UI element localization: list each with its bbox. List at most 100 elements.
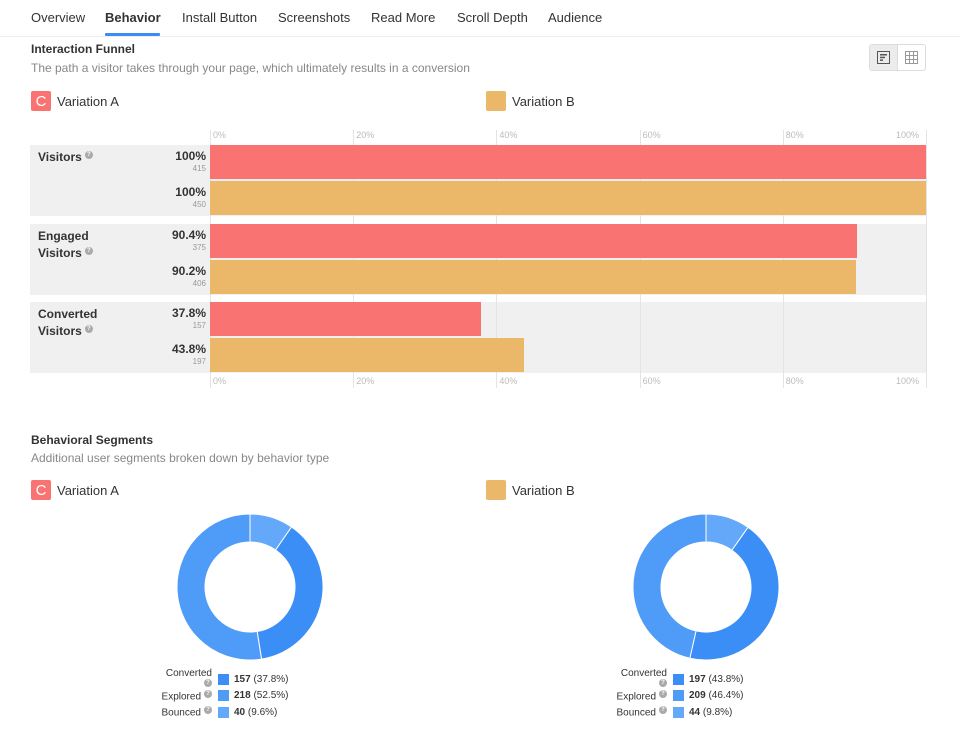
help-icon[interactable]: ? (84, 247, 93, 255)
count-label: 197 (192, 357, 206, 366)
donut-variation-b (632, 513, 780, 665)
tab-scroll-depth[interactable]: Scroll Depth (457, 10, 528, 25)
count-label: 450 (192, 200, 206, 209)
variation-b-swatch (486, 91, 506, 111)
table-view-button[interactable] (898, 45, 925, 70)
segment-row-explored: Explored? 218 (52.5%) (156, 688, 288, 705)
bar-variation-b-2[interactable] (210, 338, 524, 372)
legend-label: Variation B (512, 482, 575, 498)
segment-count: 218 (234, 690, 251, 702)
legend-label: Variation A (57, 482, 119, 498)
segment-percent: (43.8%) (708, 673, 744, 685)
segments-legend-b: Converted? 197 (43.8%) Explored? 209 (46… (611, 667, 744, 721)
category-label-converted: Converted Visitors? (38, 307, 98, 338)
segment-swatch (218, 690, 229, 702)
value-label: 37.8% (171, 306, 206, 320)
segment-percent: (9.6%) (247, 706, 278, 718)
bar-variation-a-0[interactable] (210, 145, 926, 179)
segment-row-bounced: Bounced? 44 (9.8%) (611, 704, 743, 721)
tab-screenshots[interactable]: Screenshots (278, 10, 350, 25)
help-icon[interactable]: ? (659, 689, 667, 698)
x-tick-label-bottom: 100% (896, 376, 920, 386)
segment-swatch (673, 706, 684, 718)
variation-b-swatch (486, 480, 506, 500)
help-icon[interactable]: ? (204, 706, 212, 715)
legend-label: Variation B (512, 93, 575, 109)
tab-behavior[interactable]: Behavior (105, 10, 161, 25)
donut-slice-converted[interactable] (256, 526, 324, 660)
segment-label: Converted? (620, 667, 667, 687)
segments-subtitle: Additional user segments broken down by … (31, 451, 330, 465)
count-label: 375 (192, 243, 206, 252)
segment-percent: (46.4%) (708, 690, 744, 702)
help-icon[interactable]: ? (84, 325, 93, 333)
funnel-subtitle: The path a visitor takes through your pa… (31, 61, 470, 75)
help-icon[interactable]: ? (84, 151, 93, 159)
segment-row-converted: Converted? 157 (37.8%) (156, 667, 289, 688)
segments-legend-variation-b: Variation B (486, 480, 575, 500)
gridline (926, 130, 927, 388)
bar-variation-b-1[interactable] (210, 260, 856, 294)
tab-read-more[interactable]: Read More (371, 10, 435, 25)
donut-slice-converted[interactable] (689, 526, 780, 661)
tab-install-button[interactable]: Install Button (182, 10, 257, 25)
count-label: 415 (192, 164, 206, 173)
funnel-title: Interaction Funnel (31, 42, 136, 56)
x-tick-label-top: 20% (356, 130, 375, 140)
x-tick-label-bottom: 60% (642, 376, 661, 386)
count-label: 406 (192, 279, 206, 288)
x-tick-label-bottom: 80% (785, 376, 804, 386)
count-label: 157 (192, 321, 206, 330)
segment-swatch (218, 706, 229, 718)
x-tick-label-top: 60% (642, 130, 661, 140)
value-label: 90.4% (171, 228, 206, 242)
help-icon[interactable]: ? (659, 706, 667, 715)
help-icon[interactable]: ? (204, 689, 212, 698)
segment-count: 209 (689, 690, 706, 702)
segment-swatch (218, 673, 229, 685)
segments-title: Behavioral Segments (31, 433, 154, 447)
bar-variation-a-1[interactable] (210, 224, 858, 258)
legend-label: Variation A (57, 93, 119, 109)
donut-slice-explored[interactable] (632, 513, 707, 659)
segment-count: 157 (234, 673, 251, 685)
segment-percent: (37.8%) (253, 673, 289, 685)
segment-count: 44 (689, 706, 701, 718)
tab-overview[interactable]: Overview (31, 10, 85, 25)
chart-view-button[interactable] (870, 45, 898, 70)
segment-label: Converted? (165, 667, 212, 687)
table-grid-icon (904, 51, 918, 64)
x-tick-label-bottom: 20% (356, 376, 375, 386)
category-label-visitors: Visitors? (38, 149, 93, 166)
segments-legend-variation-a: C Variation A (31, 480, 119, 500)
x-tick-label-top: 0% (213, 130, 227, 140)
segment-row-bounced: Bounced? 40 (9.6%) (156, 704, 288, 721)
value-label: 43.8% (171, 342, 206, 356)
segment-label: Explored? (156, 689, 212, 702)
x-tick-label-bottom: 40% (499, 376, 518, 386)
legend-variation-b: Variation B (486, 91, 575, 111)
variation-a-swatch: C (31, 91, 51, 111)
segment-swatch (673, 673, 684, 685)
help-icon[interactable]: ? (204, 678, 212, 687)
segment-swatch (673, 690, 684, 702)
segments-legend-a: Converted? 157 (37.8%) Explored? 218 (52… (156, 667, 289, 721)
category-label-engaged: Engaged Visitors? (38, 228, 108, 262)
view-toggle (869, 44, 926, 71)
x-tick-label-bottom: 0% (213, 376, 227, 386)
donut-variation-a (176, 513, 324, 665)
value-label: 100% (175, 185, 206, 199)
donut-slice-explored[interactable] (176, 513, 263, 661)
segment-count: 40 (234, 706, 246, 718)
segment-label: Bounced? (156, 706, 212, 718)
bar-variation-b-0[interactable] (210, 181, 926, 215)
segment-row-explored: Explored? 209 (46.4%) (611, 688, 743, 705)
help-icon[interactable]: ? (659, 678, 667, 687)
tab-audience[interactable]: Audience (548, 10, 602, 25)
x-tick-label-top: 100% (896, 130, 920, 140)
segment-count: 197 (689, 673, 706, 685)
bar-variation-a-2[interactable] (210, 302, 481, 336)
segment-row-converted: Converted? 197 (43.8%) (611, 667, 744, 688)
segment-label: Explored? (611, 689, 667, 702)
bar-chart-icon (876, 51, 890, 64)
